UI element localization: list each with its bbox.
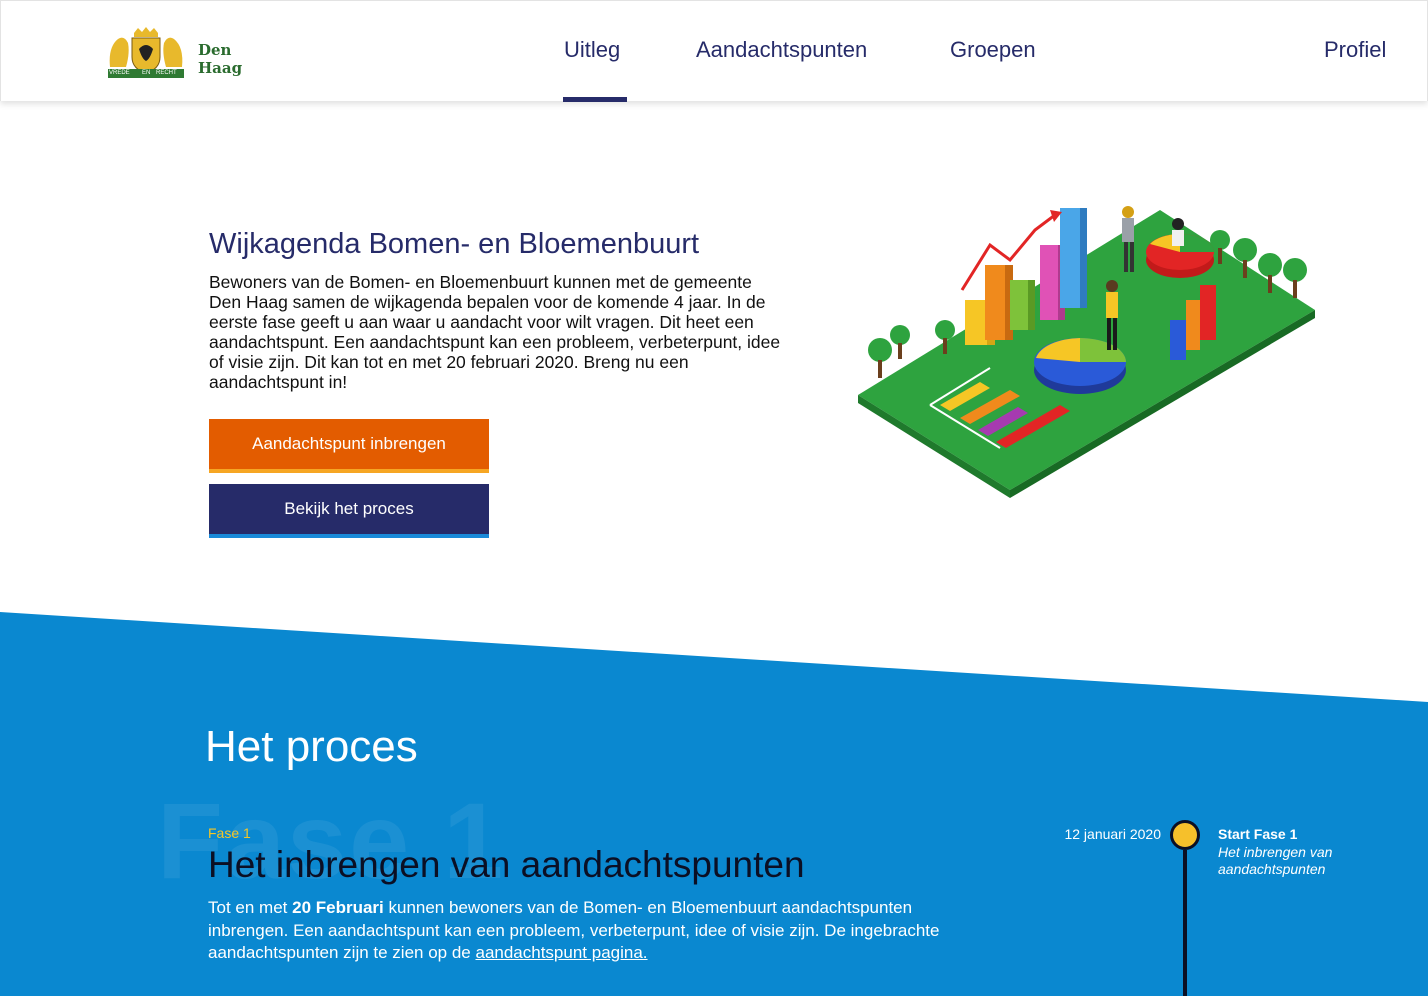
neighborhood-data-illustration [858,206,1315,498]
page-title: Wijkagenda Bomen- en Bloemenbuurt [209,228,700,260]
timeline-line [1183,850,1187,996]
den-haag-logo[interactable]: VREDE EN RECHT Den Haag [106,27,276,81]
timeline-date: 12 januari 2020 [1064,826,1161,842]
top-navigation-bar: VREDE EN RECHT Den Haag Uitleg Aandachts… [0,0,1428,102]
nav-uitleg[interactable]: Uitleg [564,37,620,63]
nav-groepen[interactable]: Groepen [950,37,1036,63]
motto-right: RECHT [156,70,177,76]
intro-text: Bewoners van de Bomen- en Bloemenbuurt k… [209,272,781,392]
submit-point-button[interactable]: Aandachtspunt inbrengen [209,419,489,473]
process-heading: Het proces [205,722,418,771]
nav-profiel[interactable]: Profiel [1324,37,1386,63]
timeline-marker-icon [1170,820,1200,850]
phase-description: Tot en met 20 Februari kunnen bewoners v… [208,897,948,965]
aandachtspunt-page-link[interactable]: aandachtspunt pagina. [475,943,647,962]
view-process-button[interactable]: Bekijk het proces [209,484,489,538]
active-tab-indicator [563,97,627,102]
phase-label: Fase 1 [208,825,251,841]
timeline-event-subtitle: Het inbrengen van aandachtspunten [1218,844,1333,877]
nav-aandachtspunten[interactable]: Aandachtspunten [696,37,867,63]
timeline-event-title: Start Fase 1 [1218,826,1298,842]
phase-text-before: Tot en met [208,898,293,917]
motto-left: VREDE [109,70,130,76]
phase-title: Het inbrengen van aandachtspunten [208,844,805,885]
phase-deadline: 20 Februari [292,898,384,917]
logo-text: Den Haag [198,41,243,77]
motto-mid: EN [142,70,151,76]
